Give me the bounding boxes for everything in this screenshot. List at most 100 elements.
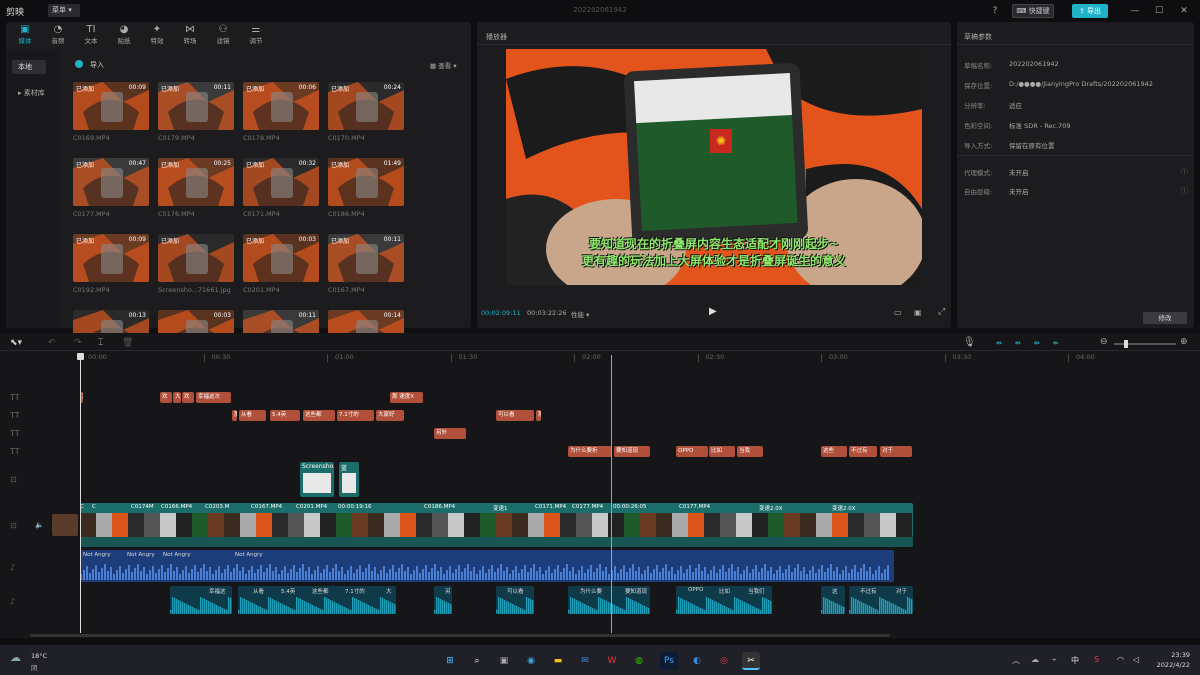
text-clip[interactable]: 对于: [880, 446, 912, 457]
mute-icon[interactable]: 🔈: [35, 521, 44, 529]
shortcut-button[interactable]: ⌨ 快捷键: [1012, 4, 1054, 18]
view-toggle[interactable]: ▦ 查看 ▾: [430, 60, 457, 70]
info-icon[interactable]: ⓘ: [1181, 167, 1188, 177]
text-clip[interactable]: 不过有: [849, 446, 877, 457]
maximize-icon[interactable]: ☐: [1151, 3, 1167, 19]
file-explorer-icon[interactable]: ▬: [549, 652, 567, 670]
image-clip[interactable]: 蓝: [339, 462, 359, 497]
input-language[interactable]: 中: [1071, 655, 1079, 666]
windows-start-icon[interactable]: ⊞: [441, 652, 459, 670]
capcut-icon[interactable]: ✂: [742, 652, 760, 670]
help-icon[interactable]: ?: [987, 3, 1003, 19]
text-clip[interactable]: 比如: [709, 446, 735, 457]
media-thumbnail[interactable]: 已添加 00:06: [243, 82, 319, 130]
volume-icon[interactable]: ◁: [1133, 655, 1139, 664]
text-clip[interactable]: 这些都: [303, 410, 335, 421]
wps-icon[interactable]: W: [603, 652, 621, 670]
text-clip[interactable]: 幸福这次: [196, 392, 231, 403]
browser-icon[interactable]: ◐: [688, 652, 706, 670]
undo-icon[interactable]: ↶: [48, 338, 56, 348]
tool-media[interactable]: ▣ 媒体: [10, 24, 40, 48]
text-clip[interactable]: 这些: [821, 446, 847, 457]
media-thumbnail[interactable]: 已添加 00:11: [158, 82, 234, 130]
video-track[interactable]: C C C0174M C0166.MP4 C0203.M C0167.MP4 C0201.M…: [80, 503, 913, 537]
media-thumbnail[interactable]: 已添加 00:09: [73, 82, 149, 130]
task-view-icon[interactable]: ▣: [495, 652, 513, 670]
timeline-scrollbar[interactable]: [30, 634, 890, 637]
video-preview[interactable]: ✺ 要知道现在的折叠屏内容生态适配才刚刚起步~ 更有趣的玩法加上大屏体验才是折叠…: [506, 49, 922, 285]
media-thumbnail[interactable]: 已添加 00:47: [73, 158, 149, 206]
quality-select[interactable]: 性能 ▾: [571, 309, 589, 319]
import-label[interactable]: 导入: [90, 60, 104, 70]
music-track[interactable]: Not Angry Not Angry Not Angry Not Angry: [80, 550, 894, 582]
zoom-out-icon[interactable]: ⊖: [1100, 337, 1108, 347]
text-clip[interactable]: 那: [232, 410, 237, 421]
snap-icons[interactable]: ⇹⇹⇹⇹: [996, 339, 1071, 347]
text-clip[interactable]: 欢: [182, 392, 194, 403]
mail-icon[interactable]: ✉: [576, 652, 594, 670]
info-icon[interactable]: ⓘ: [1181, 186, 1188, 196]
tool-filter[interactable]: ⚇ 滤镜: [208, 24, 238, 48]
media-thumbnail[interactable]: 已添加 00:32: [243, 158, 319, 206]
media-thumbnail[interactable]: 已添加 01:49: [328, 158, 404, 206]
mic-icon[interactable]: 🎙: [963, 337, 976, 348]
close-icon[interactable]: ✕: [1176, 3, 1192, 19]
playhead-handle[interactable]: [77, 353, 84, 360]
sidebar-item-library[interactable]: ▸ 素材库: [12, 86, 46, 100]
fullscreen-icon[interactable]: ⤢: [938, 307, 945, 317]
media-thumbnail[interactable]: 已添加 00:03: [243, 234, 319, 282]
weather-icon[interactable]: ☁: [10, 651, 21, 664]
media-thumbnail[interactable]: 已添加 00:11: [328, 234, 404, 282]
media-thumbnail[interactable]: 已添加: [158, 234, 234, 282]
media-thumbnail[interactable]: 已添加 00:09: [73, 234, 149, 282]
tray-chevron-icon[interactable]: ︿: [1012, 655, 1020, 666]
text-clip[interactable]: 那: [536, 410, 541, 421]
text-clip[interactable]: 另外: [434, 428, 466, 439]
text-clip[interactable]: 从看: [239, 410, 266, 421]
image-clip[interactable]: Screensho: [300, 462, 334, 497]
search-icon[interactable]: ⌕: [468, 652, 486, 670]
tool-adjust[interactable]: ⚌ 调节: [241, 24, 271, 48]
play-icon[interactable]: ▶: [709, 306, 717, 317]
tool-text[interactable]: TI 文本: [76, 24, 106, 48]
text-clip[interactable]: 7.1寸的: [337, 410, 374, 421]
clock-time[interactable]: 23:39: [1160, 651, 1190, 659]
tray-app-icon[interactable]: ⌁: [1052, 655, 1057, 664]
tray-app-icon[interactable]: ☁: [1031, 655, 1039, 664]
wifi-icon[interactable]: ◠: [1117, 655, 1124, 664]
waveform-icon[interactable]: ▭: [894, 308, 902, 317]
select-tool-icon[interactable]: ⬉▾: [10, 338, 22, 348]
text-clip[interactable]: 5.4英: [270, 410, 300, 421]
text-clip[interactable]: 欢: [160, 392, 172, 403]
ime-icon[interactable]: S: [1094, 655, 1099, 664]
text-clip[interactable]: 可以看: [496, 410, 534, 421]
tool-audio[interactable]: ◔ 音频: [43, 24, 73, 48]
tool-transition[interactable]: ⋈ 转场: [175, 24, 205, 48]
tool-effects[interactable]: ✦ 特效: [142, 24, 172, 48]
sidebar-item-local[interactable]: 本地: [12, 60, 46, 74]
minimize-icon[interactable]: —: [1127, 3, 1143, 19]
media-thumbnail[interactable]: 已添加 00:25: [158, 158, 234, 206]
text-clip[interactable]: 大家好: [376, 410, 404, 421]
text-clip[interactable]: 为什么要折: [568, 446, 612, 457]
text-clip[interactable]: 大: [173, 392, 181, 403]
text-clip[interactable]: 当我: [737, 446, 763, 457]
edit-button[interactable]: 修改: [1143, 312, 1187, 324]
import-icon[interactable]: [75, 60, 83, 68]
zoom-slider-handle[interactable]: [1124, 340, 1128, 348]
media-thumbnail[interactable]: 已添加 00:24: [328, 82, 404, 130]
text-clip[interactable]: 要知道现: [614, 446, 650, 457]
clock-date[interactable]: 2022/4/22: [1150, 661, 1190, 669]
split-icon[interactable]: ⌶: [98, 338, 103, 348]
text-clip[interactable]: OPPO: [676, 446, 708, 457]
tool-sticker[interactable]: ◕ 贴纸: [109, 24, 139, 48]
photoshop-icon[interactable]: Ps: [660, 652, 678, 670]
delete-icon[interactable]: 🗑: [122, 338, 133, 348]
zoom-in-icon[interactable]: ⊕: [1180, 337, 1188, 347]
ratio-icon[interactable]: ▣: [914, 308, 922, 317]
playhead[interactable]: [80, 355, 81, 633]
wechat-icon[interactable]: ◍: [630, 652, 648, 670]
cover-thumbnail[interactable]: [52, 514, 78, 536]
text-clip[interactable]: 那 速度X: [390, 392, 423, 403]
export-button[interactable]: ⇪ 导出: [1072, 4, 1108, 18]
